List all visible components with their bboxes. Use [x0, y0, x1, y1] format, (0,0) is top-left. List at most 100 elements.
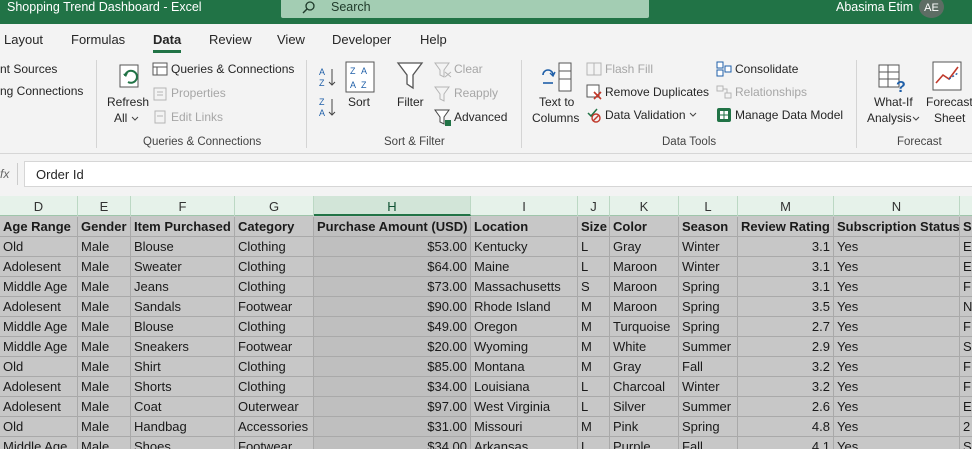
column-title[interactable]: Subscription Status	[834, 217, 960, 237]
table-cell[interactable]: Clothing	[235, 257, 314, 277]
table-cell[interactable]: Male	[78, 417, 131, 437]
table-cell[interactable]: Massachusetts	[471, 277, 578, 297]
fx-icon[interactable]: fx	[0, 167, 9, 181]
table-cell[interactable]: Winter	[679, 377, 738, 397]
table-cell[interactable]: Outerwear	[235, 397, 314, 417]
relationships-button[interactable]: Relationships	[735, 85, 807, 99]
table-cell[interactable]: F	[960, 357, 972, 377]
table-cell[interactable]: Spring	[679, 317, 738, 337]
table-cell[interactable]: F	[960, 277, 972, 297]
column-header-m[interactable]: M	[738, 196, 834, 216]
table-cell[interactable]: 3.2	[738, 357, 834, 377]
table-cell[interactable]: Clothing	[235, 277, 314, 297]
table-cell[interactable]: Yes	[834, 317, 960, 337]
text-to-columns-label-2[interactable]: Columns	[532, 111, 579, 125]
table-cell[interactable]: Blouse	[131, 317, 235, 337]
column-title[interactable]: S	[960, 217, 972, 237]
table-cell[interactable]: Maroon	[610, 257, 679, 277]
worksheet-grid[interactable]: DEFGHIJKLMN Age Range Gender Item Purchase…	[0, 196, 972, 449]
table-cell[interactable]: S	[960, 437, 972, 449]
column-header-h[interactable]: H	[314, 196, 471, 216]
table-cell[interactable]: Louisiana	[471, 377, 578, 397]
table-cell[interactable]: $53.00	[314, 237, 471, 257]
table-cell[interactable]: 2.7	[738, 317, 834, 337]
table-cell[interactable]: Yes	[834, 277, 960, 297]
table-cell[interactable]: Middle Age	[0, 317, 78, 337]
table-cell[interactable]: Purple	[610, 437, 679, 449]
table-cell[interactable]: $64.00	[314, 257, 471, 277]
column-header-o[interactable]	[960, 196, 972, 216]
table-cell[interactable]: Sweater	[131, 257, 235, 277]
tab-developer[interactable]: Developer	[332, 32, 391, 47]
table-cell[interactable]: Maroon	[610, 297, 679, 317]
column-title[interactable]: Location	[471, 217, 578, 237]
column-header-d[interactable]: D	[0, 196, 78, 216]
column-header-e[interactable]: E	[78, 196, 131, 216]
table-cell[interactable]: Clothing	[235, 237, 314, 257]
table-cell[interactable]: F	[960, 377, 972, 397]
what-if-analysis-label-2[interactable]: Analysis	[867, 111, 912, 125]
table-cell[interactable]: 2.9	[738, 337, 834, 357]
table-cell[interactable]: L	[578, 257, 610, 277]
table-cell[interactable]: Wyoming	[471, 337, 578, 357]
table-cell[interactable]: Rhode Island	[471, 297, 578, 317]
table-cell[interactable]: Spring	[679, 277, 738, 297]
table-cell[interactable]: Middle Age	[0, 277, 78, 297]
column-title[interactable]: Category	[235, 217, 314, 237]
table-cell[interactable]: 3.1	[738, 237, 834, 257]
column-title[interactable]: Color	[610, 217, 679, 237]
table-cell[interactable]: Maine	[471, 257, 578, 277]
flash-fill-button[interactable]: Flash Fill	[605, 62, 653, 76]
table-cell[interactable]: Shoes	[131, 437, 235, 449]
table-cell[interactable]: Footwear	[235, 297, 314, 317]
table-cell[interactable]: L	[578, 237, 610, 257]
table-cell[interactable]: Adolesent	[0, 377, 78, 397]
table-cell[interactable]: Yes	[834, 397, 960, 417]
table-cell[interactable]: Male	[78, 257, 131, 277]
table-cell[interactable]: Sneakers	[131, 337, 235, 357]
column-title[interactable]: Size	[578, 217, 610, 237]
table-cell[interactable]: Jeans	[131, 277, 235, 297]
table-cell[interactable]: Male	[78, 357, 131, 377]
remove-duplicates-button[interactable]: Remove Duplicates	[605, 85, 709, 99]
table-cell[interactable]: Silver	[610, 397, 679, 417]
column-header-j[interactable]: J	[578, 196, 610, 216]
table-cell[interactable]: Summer	[679, 337, 738, 357]
column-title[interactable]: Purchase Amount (USD)	[314, 217, 471, 237]
what-if-analysis-label[interactable]: What-If	[874, 95, 913, 109]
table-cell[interactable]: M	[578, 337, 610, 357]
tab-data[interactable]: Data	[153, 32, 182, 53]
table-cell[interactable]: L	[578, 397, 610, 417]
column-header-g[interactable]: G	[235, 196, 314, 216]
text-to-columns-label[interactable]: Text to	[539, 95, 574, 109]
table-cell[interactable]: $85.00	[314, 357, 471, 377]
table-cell[interactable]: Shirt	[131, 357, 235, 377]
column-header-i[interactable]: I	[471, 196, 578, 216]
table-cell[interactable]: Male	[78, 237, 131, 257]
table-cell[interactable]: L	[578, 437, 610, 449]
table-cell[interactable]: Male	[78, 297, 131, 317]
table-cell[interactable]: Adolesent	[0, 297, 78, 317]
tab-help[interactable]: Help	[420, 32, 447, 47]
table-cell[interactable]: 4.1	[738, 437, 834, 449]
tab-formulas[interactable]: Formulas	[71, 32, 125, 47]
existing-connections-button[interactable]: ng Connections	[0, 84, 83, 98]
table-cell[interactable]: Male	[78, 437, 131, 449]
tab-view[interactable]: View	[277, 32, 305, 47]
table-cell[interactable]: Yes	[834, 337, 960, 357]
table-cell[interactable]: Male	[78, 377, 131, 397]
table-cell[interactable]: West Virginia	[471, 397, 578, 417]
table-cell[interactable]: 4.8	[738, 417, 834, 437]
table-cell[interactable]: Adolesent	[0, 397, 78, 417]
table-cell[interactable]: Footwear	[235, 437, 314, 449]
table-cell[interactable]: Turquoise	[610, 317, 679, 337]
table-cell[interactable]: Spring	[679, 417, 738, 437]
table-cell[interactable]: Male	[78, 317, 131, 337]
table-cell[interactable]: Middle Age	[0, 437, 78, 449]
table-cell[interactable]: Old	[0, 357, 78, 377]
table-cell[interactable]: Handbag	[131, 417, 235, 437]
tab-review[interactable]: Review	[209, 32, 252, 47]
avatar[interactable]: AE	[919, 0, 944, 18]
table-cell[interactable]: $34.00	[314, 437, 471, 449]
column-title[interactable]: Age Range	[0, 217, 78, 237]
